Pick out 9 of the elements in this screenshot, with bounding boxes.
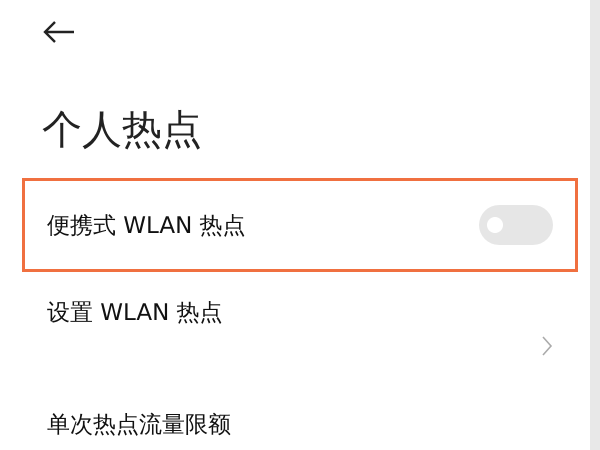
toggle-switch[interactable] bbox=[479, 205, 553, 245]
setting-label: 设置 WLAN 热点 bbox=[47, 299, 224, 328]
back-arrow-icon[interactable] bbox=[42, 20, 76, 44]
chevron-right-icon bbox=[541, 335, 553, 357]
setting-label: 便携式 WLAN 热点 bbox=[47, 212, 247, 240]
page-title: 个人热点 bbox=[41, 106, 203, 155]
setting-row[interactable]: 设置 WLAN 热点 bbox=[22, 272, 578, 392]
setting-row[interactable]: 单次热点流量限额 bbox=[22, 392, 578, 443]
setting-label: 单次热点流量限额 bbox=[47, 411, 232, 440]
